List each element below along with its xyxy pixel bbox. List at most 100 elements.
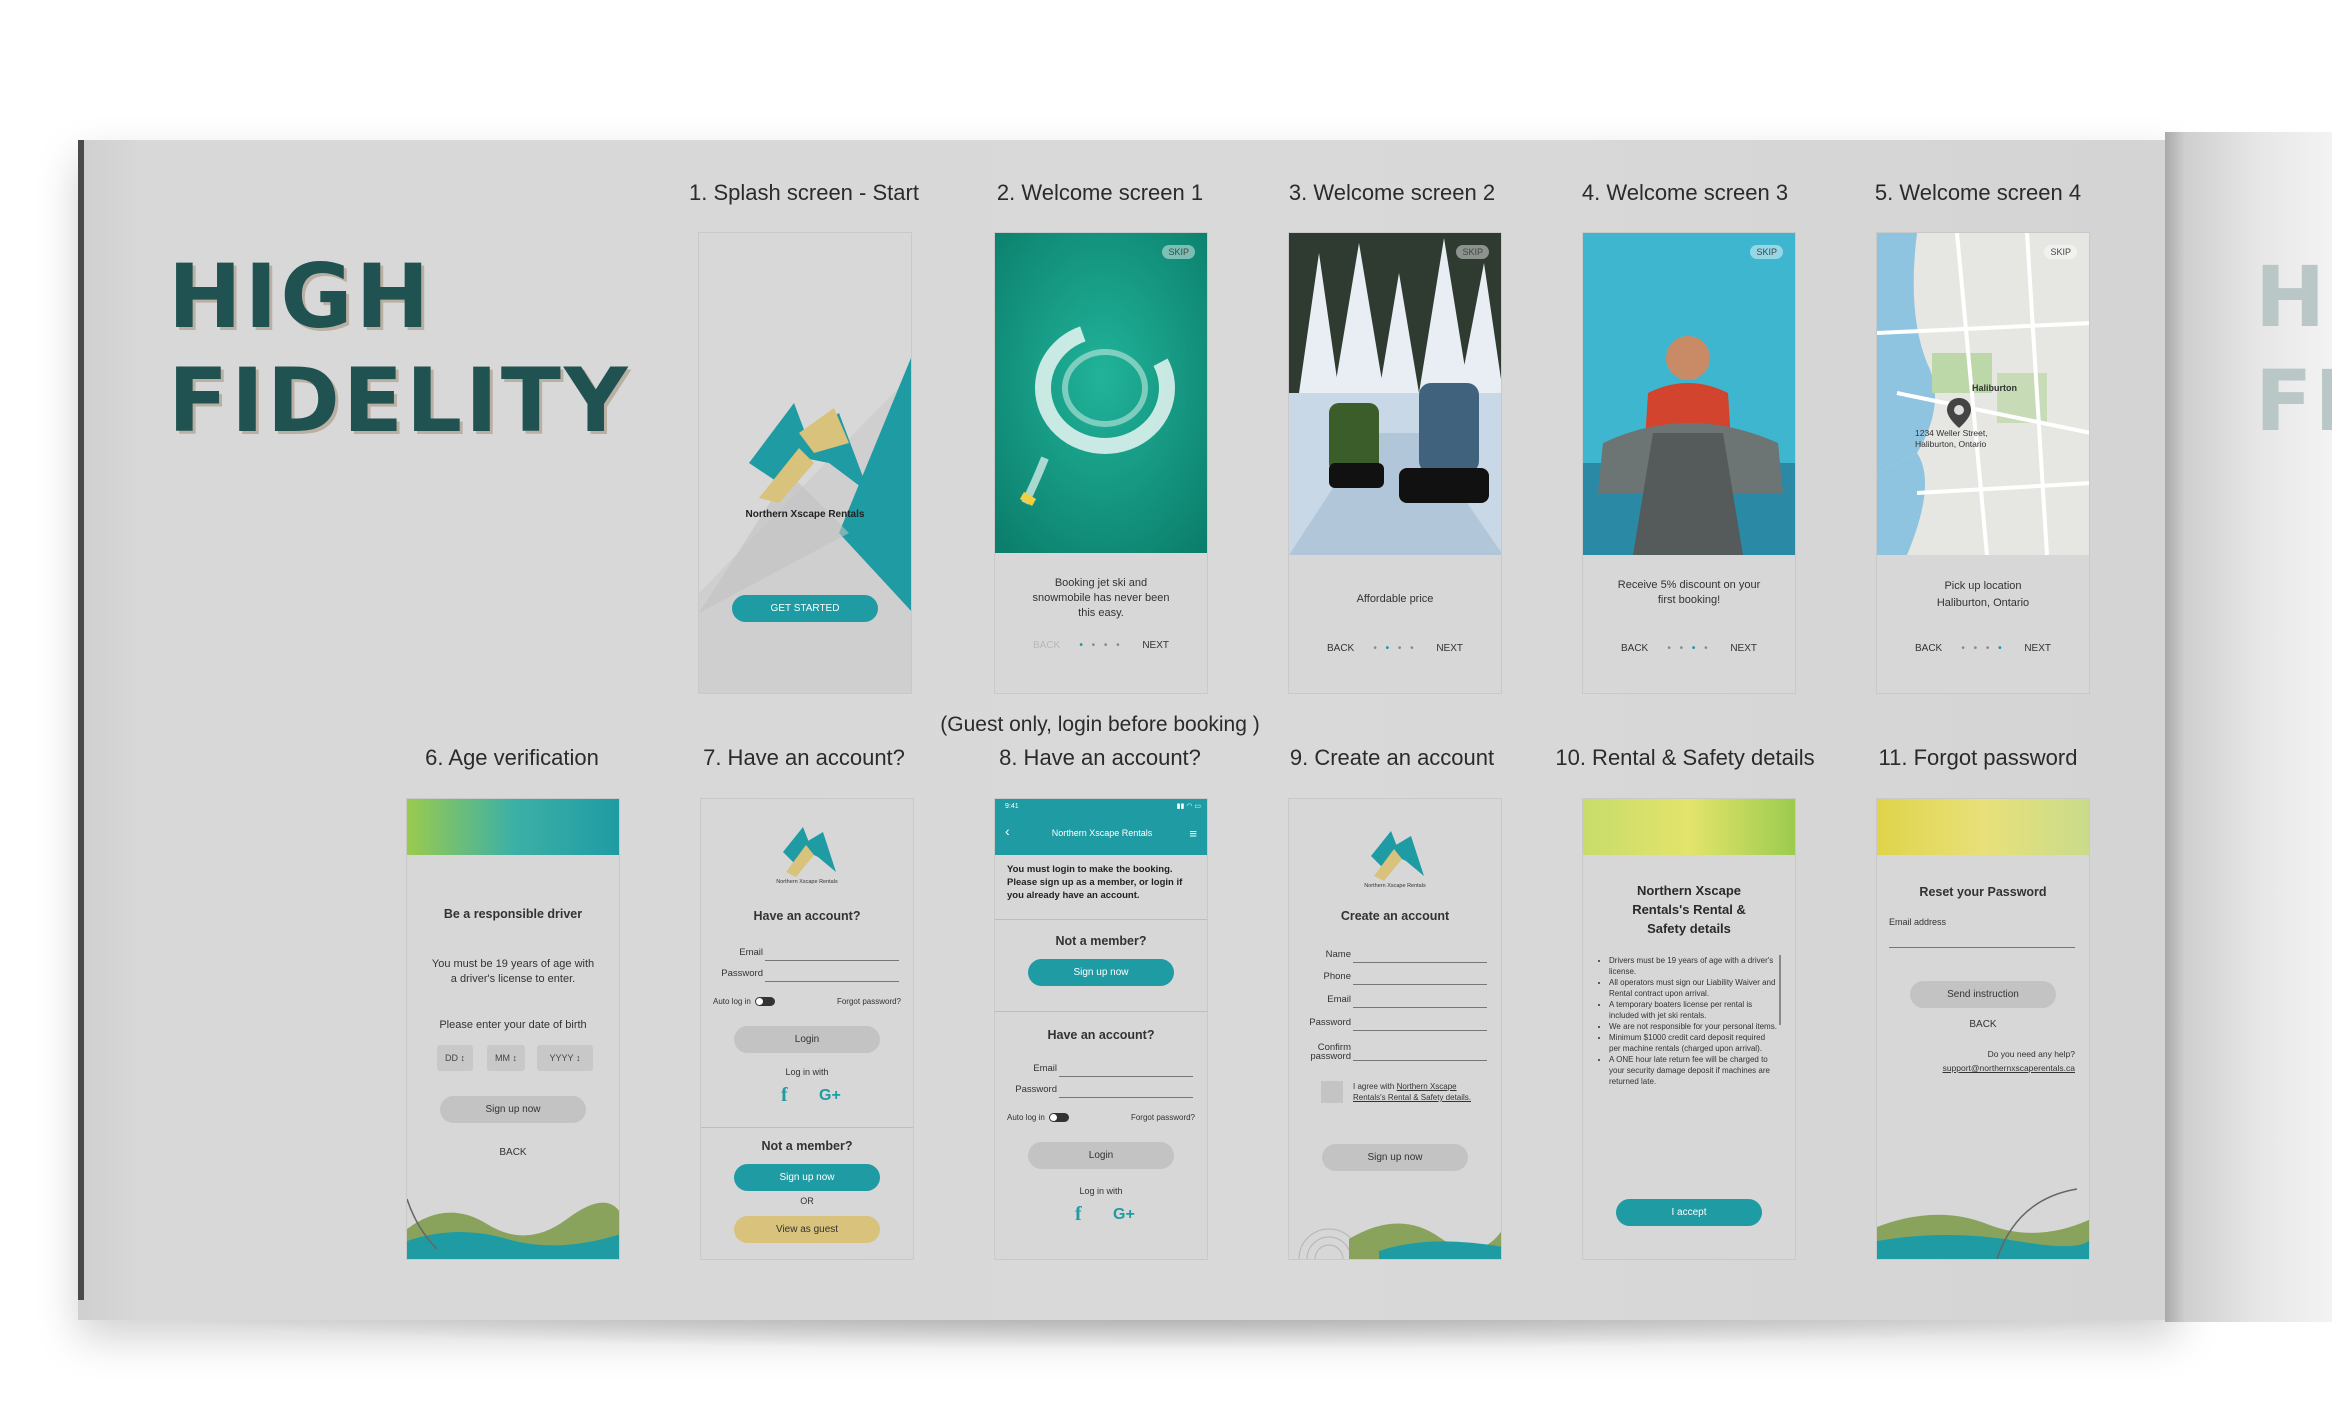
accept-button[interactable]: I accept: [1616, 1199, 1762, 1226]
age-rule-text: You must be 19 years of age with a drive…: [431, 958, 595, 985]
agree-text: I agree with Northern Xscape Rentals's R…: [1353, 1082, 1472, 1102]
map-pin-icon: [1947, 398, 1971, 428]
next-page-title: HI FI: [2255, 248, 2332, 450]
back-button[interactable]: BACK: [1621, 643, 1648, 654]
signup-button[interactable]: Sign up now: [734, 1164, 880, 1191]
skip-button[interactable]: SKIP: [1750, 245, 1783, 259]
section-divider: [995, 919, 1207, 920]
logo-caption: Northern Xscape Rentals: [776, 879, 838, 885]
menu-icon[interactable]: ≡: [1189, 826, 1197, 841]
email-field[interactable]: Email: [1289, 994, 1501, 1008]
help-text: Do you need any help?: [1987, 1049, 2075, 1059]
safety-heading: Northern Xscape Rentals's Rental & Safet…: [1632, 883, 1746, 936]
pickup-location: Haliburton, Ontario: [1936, 597, 2030, 609]
screen-welcome-1: SKIP Booking jet ski and snowmobile has …: [994, 232, 1208, 694]
title-line-2: FIDELITY: [168, 349, 631, 452]
map-city-label: Haliburton: [1972, 383, 2017, 393]
status-time: 9:41: [1005, 803, 1019, 810]
section-divider: [995, 1011, 1207, 1012]
dob-prompt: Please enter your date of birth: [439, 1019, 587, 1031]
dob-day-select[interactable]: DD ↕: [437, 1045, 473, 1071]
name-field[interactable]: Name: [1289, 949, 1501, 963]
safety-item: All operators must sign our Liability Wa…: [1609, 977, 1777, 999]
screen-rental-safety: Northern Xscape Rentals's Rental & Safet…: [1582, 798, 1796, 1260]
title-line-1: HIGH: [168, 245, 433, 348]
view-as-guest-button[interactable]: View as guest: [734, 1216, 880, 1243]
forgot-password-link[interactable]: Forgot password?: [1131, 1113, 1195, 1122]
pager-dots: • • • •: [1373, 643, 1417, 654]
age-signup-button[interactable]: Sign up now: [440, 1096, 586, 1123]
forgot-password-link[interactable]: Forgot password?: [837, 997, 901, 1006]
reset-back-button[interactable]: BACK: [1877, 1019, 2089, 1030]
label-s9: 9. Create an account: [1289, 745, 1495, 770]
jet-ski-photo: [995, 233, 1207, 553]
next-button[interactable]: NEXT: [1142, 640, 1169, 651]
scrollbar[interactable]: [1779, 955, 1781, 1025]
password-field[interactable]: Password: [701, 968, 913, 982]
login-with-label: Log in with: [785, 1067, 829, 1077]
login-button[interactable]: Login: [1028, 1142, 1174, 1169]
safety-item: A temporary boaters license per rental i…: [1609, 999, 1777, 1021]
screen-age-verification: Be a responsible driver You must be 19 y…: [406, 798, 620, 1260]
google-plus-icon[interactable]: G+: [819, 1087, 841, 1105]
login-with-label: Log in with: [1079, 1186, 1123, 1196]
auto-login-toggle[interactable]: Auto log in: [713, 997, 775, 1007]
email-address-input[interactable]: [1889, 947, 2075, 948]
email-field[interactable]: Email: [701, 947, 913, 961]
skip-button[interactable]: SKIP: [1162, 245, 1195, 259]
label-s6: 6. Age verification: [425, 745, 599, 770]
label-s1: 1. Splash screen - Start: [689, 180, 919, 205]
or-label: OR: [800, 1196, 814, 1206]
brand-logo-icon: [783, 827, 836, 877]
send-instruction-button[interactable]: Send instruction: [1910, 981, 2056, 1008]
email-field[interactable]: Email: [995, 1063, 1207, 1077]
facebook-icon[interactable]: f: [781, 1084, 788, 1107]
facebook-icon[interactable]: f: [1075, 1203, 1082, 1226]
dob-month-select[interactable]: MM ↕: [487, 1045, 525, 1071]
page-title: HIGH FIDELITY: [168, 245, 631, 453]
footer-hills: [1877, 1188, 2089, 1259]
phone-field[interactable]: Phone: [1289, 971, 1501, 985]
safety-item: We are not responsible for your personal…: [1609, 1021, 1777, 1032]
skip-button[interactable]: SKIP: [1456, 245, 1489, 259]
skip-button[interactable]: SKIP: [2044, 245, 2077, 259]
safety-list: Drivers must be 19 years of age with a d…: [1597, 955, 1777, 1087]
safety-item: Drivers must be 19 years of age with a d…: [1609, 955, 1777, 977]
back-button[interactable]: BACK: [1327, 643, 1354, 654]
pager-dots: • • • •: [1667, 643, 1711, 654]
guest-note: (Guest only, login before booking ): [940, 713, 1260, 736]
google-plus-icon[interactable]: G+: [1113, 1206, 1135, 1224]
location-map: [1877, 233, 2089, 555]
screen-welcome-2: SKIP Affordable price BACK • • • • NEXT: [1288, 232, 1502, 694]
label-s8: 8. Have an account?: [999, 745, 1201, 770]
login-button[interactable]: Login: [734, 1026, 880, 1053]
reset-heading: Reset your Password: [1919, 885, 2047, 899]
confirm-password-field[interactable]: Confirm password: [1289, 1043, 1501, 1061]
welcome-3-text: Receive 5% discount on your first bookin…: [1617, 579, 1761, 606]
support-email-link[interactable]: support@northernxscaperentals.ca: [1943, 1063, 2075, 1073]
header-watercolor: [1877, 799, 2089, 855]
get-started-button[interactable]: GET STARTED: [732, 595, 878, 622]
screen-create-account: Northern Xscape Rentals Create an accoun…: [1288, 798, 1502, 1260]
map-address-label: 1234 Weller Street, Haliburton, Ontario: [1915, 428, 1988, 449]
back-button[interactable]: BACK: [1033, 640, 1060, 651]
rider-photo: [1583, 233, 1795, 555]
next-button[interactable]: NEXT: [2024, 643, 2051, 654]
label-s2: 2. Welcome screen 1: [996, 180, 1204, 205]
next-button[interactable]: NEXT: [1730, 643, 1757, 654]
back-button[interactable]: BACK: [1915, 643, 1942, 654]
label-s7: 7. Have an account?: [703, 745, 905, 770]
password-field[interactable]: Password: [1289, 1017, 1501, 1031]
auto-login-toggle[interactable]: Auto log in: [1007, 1113, 1069, 1123]
brand-logo-icon: [1371, 831, 1424, 881]
have-account-heading: Have an account?: [753, 909, 861, 923]
signup-button[interactable]: Sign up now: [1028, 959, 1174, 986]
agree-checkbox[interactable]: [1321, 1081, 1343, 1103]
create-signup-button[interactable]: Sign up now: [1322, 1144, 1468, 1171]
splash-brand: Northern Xscape Rentals: [745, 509, 865, 520]
next-button[interactable]: NEXT: [1436, 643, 1463, 654]
password-field[interactable]: Password: [995, 1084, 1207, 1098]
dob-year-select[interactable]: YYYY ↕: [537, 1045, 593, 1071]
label-s4: 4. Welcome screen 3: [1581, 180, 1789, 205]
age-back-button[interactable]: BACK: [407, 1147, 619, 1158]
